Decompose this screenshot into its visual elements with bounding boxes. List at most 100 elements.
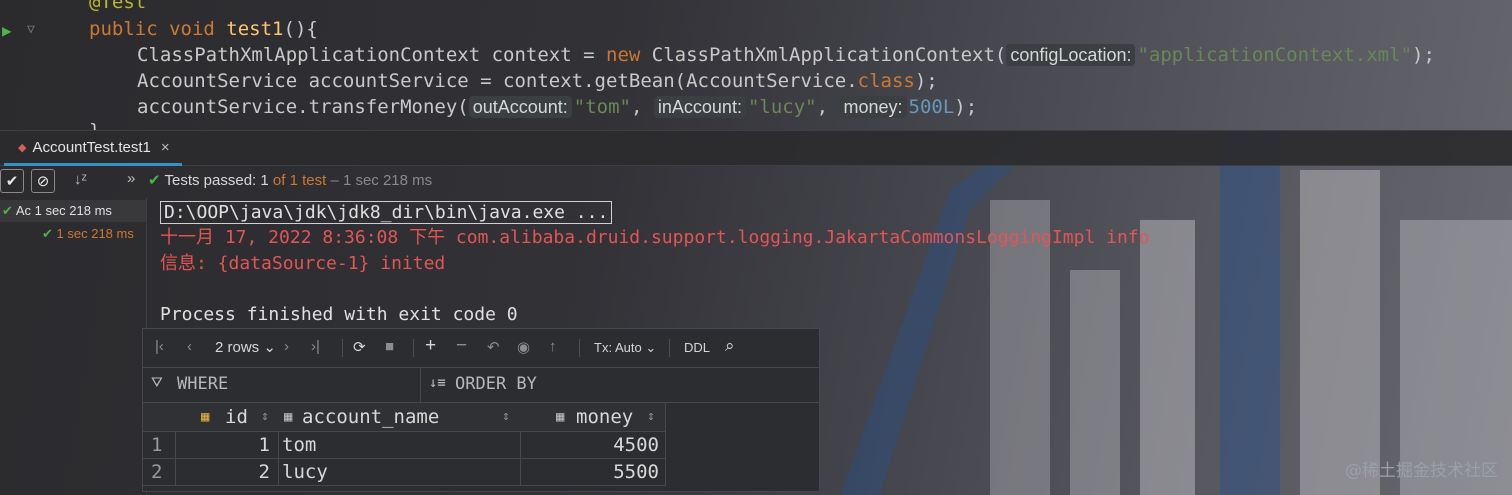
annotation-line: @Test <box>89 0 147 13</box>
key-column-icon: ▦ <box>201 409 210 425</box>
row-number[interactable]: 1 <box>143 432 176 459</box>
check-icon: ✔ <box>148 172 161 189</box>
check-icon: ✔ <box>2 203 13 218</box>
cell-value: tom <box>282 434 317 456</box>
show-passed-button[interactable]: ✔ <box>0 169 24 193</box>
sort-toggle-icon[interactable]: ⇕ <box>647 404 655 430</box>
add-row-icon[interactable]: + <box>425 335 436 357</box>
code-text: , <box>631 96 654 118</box>
close-icon[interactable]: × <box>161 139 170 156</box>
revert-icon[interactable]: ↶ <box>487 338 500 356</box>
param-hint: inAccount: <box>653 96 746 118</box>
cell-value: 2 <box>258 461 270 483</box>
code-text: accountService.transferMoney( <box>137 96 469 118</box>
cell-value: 4500 <box>613 434 659 456</box>
show-ignored-button[interactable]: ⊘ <box>31 169 55 193</box>
method-signature-line: public void test1(){ <box>89 16 318 42</box>
column-header-money[interactable]: ▦ money ⇕ <box>520 403 666 432</box>
order-by-input[interactable]: ↓≡ ORDER BY <box>421 368 819 402</box>
keyword: public void <box>89 18 215 40</box>
table-cell-money[interactable]: 5500 <box>520 459 666 486</box>
column-header-account-name[interactable]: ▦ account_name ⇕ <box>278 403 521 432</box>
code-line-2: ClassPathXmlApplicationContext context =… <box>137 42 1435 68</box>
column-icon: ▦ <box>284 409 293 425</box>
column-header-id[interactable]: ▦ id ⇕ <box>175 403 279 432</box>
refresh-icon[interactable]: ⟳ <box>353 338 366 356</box>
query-result-panel: |‹ ‹ 2 rows ⌄ › ›| ⟳ ■ + − ↶ ◉ ↑ Tx: Aut… <box>142 328 820 492</box>
where-label: WHERE <box>177 374 229 394</box>
passed-count: 1 <box>260 172 269 189</box>
where-filter-input[interactable]: ⛛ WHERE <box>143 368 421 402</box>
result-toolbar: |‹ ‹ 2 rows ⌄ › ›| ⟳ ■ + − ↶ ◉ ↑ Tx: Aut… <box>143 329 819 368</box>
code-text: , <box>816 96 840 118</box>
column-label: id <box>225 406 248 428</box>
code-line-4: accountService.transferMoney(outAccount:… <box>137 94 977 120</box>
java-command[interactable]: D:\OOP\java\jdk\jdk8_dir\bin\java.exe ..… <box>160 201 613 224</box>
search-icon[interactable]: ⌕ <box>725 336 735 356</box>
console-log-line: 信息: {dataSource-1} inited <box>160 253 446 274</box>
method-name: test1 <box>226 18 284 40</box>
string-literal: "applicationContext.xml" <box>1137 44 1413 66</box>
filter-icon: ⛛ <box>151 375 163 391</box>
filter-row: ⛛ WHERE ↓≡ ORDER BY <box>143 368 819 403</box>
ddl-button[interactable]: DDL <box>684 340 710 355</box>
sort-alpha-icon[interactable]: ↓ᶻ <box>74 171 87 188</box>
string-literal: "lucy" <box>747 96 817 118</box>
editor-gutter: ▶ ▽ <box>0 0 50 130</box>
tab-label: AccountTest.test1 <box>32 138 151 156</box>
stop-icon[interactable]: ■ <box>385 338 394 355</box>
tree-item-test-method[interactable]: ✔ 1 sec 218 ms <box>42 223 134 245</box>
tree-item-test-class[interactable]: ✔ Ac 1 sec 218 ms <box>0 200 146 222</box>
param-hint: configLocation: <box>1006 44 1136 66</box>
console-log-line: 十一月 17, 2022 8:36:08 下午 com.alibaba.drui… <box>160 227 1150 248</box>
code-text: (){ <box>283 18 318 40</box>
sort-toggle-icon[interactable]: ⇕ <box>261 404 269 430</box>
table-cell-money[interactable]: 4500 <box>520 432 666 459</box>
param-hint: outAccount: <box>468 96 572 118</box>
run-test-icon[interactable]: ▶ <box>2 21 12 40</box>
duration: – 1 sec 218 ms <box>330 172 433 189</box>
string-literal: "tom" <box>573 96 631 118</box>
ignore-icon: ⊘ <box>36 173 50 190</box>
code-text: AccountService accountService = context.… <box>137 70 858 92</box>
code-text: ); <box>914 70 938 92</box>
last-page-icon[interactable]: ›| <box>311 338 320 355</box>
next-page-icon[interactable]: › <box>284 338 289 355</box>
number-literal: 500L <box>908 96 955 118</box>
sort-icon: ↓≡ <box>429 375 446 391</box>
status-prefix: Tests passed: <box>164 172 257 189</box>
check-icon: ✔ <box>5 173 19 190</box>
run-config-icon: ◆ <box>18 141 27 154</box>
code-text: ); <box>954 96 978 118</box>
prev-page-icon[interactable]: ‹ <box>187 338 192 355</box>
watermark: @稀土掘金技术社区 <box>1345 461 1498 481</box>
more-chevron-icon[interactable]: » <box>127 170 135 187</box>
table-cell-id[interactable]: 2 <box>175 459 279 486</box>
code-line-5: } <box>89 118 100 130</box>
table-cell-account-name[interactable]: lucy <box>278 459 521 486</box>
table-cell-account-name[interactable]: tom <box>278 432 521 459</box>
test-results-tree: ✔ Ac 1 sec 218 ms ✔ 1 sec 218 ms <box>0 198 147 495</box>
console-command[interactable]: D:\OOP\java\jdk\jdk8_dir\bin\java.exe ..… <box>160 200 613 226</box>
code-line-3: AccountService accountService = context.… <box>137 68 938 94</box>
check-icon: ✔ <box>42 226 53 241</box>
remove-row-icon[interactable]: − <box>456 335 467 357</box>
row-number[interactable]: 2 <box>143 459 176 486</box>
rows-count-dropdown[interactable]: 2 rows ⌄ <box>215 338 276 356</box>
tree-item-time: 1 sec 218 ms <box>56 226 134 241</box>
sort-toggle-icon[interactable]: ⇕ <box>502 404 510 430</box>
submit-icon[interactable]: ↑ <box>549 338 557 355</box>
tx-mode-dropdown[interactable]: Tx: Auto ⌄ <box>594 340 656 356</box>
cell-value: 5500 <box>613 461 659 483</box>
run-toolbar: ✔ ⊘ ↓ᶻ » ✔ Tests passed: 1 of 1 test – 1… <box>0 166 1512 196</box>
view-icon[interactable]: ◉ <box>517 338 530 356</box>
chevron-down-icon: ⌄ <box>645 340 657 355</box>
fold-icon[interactable]: ▽ <box>27 22 35 37</box>
row-number-label: 1 <box>151 434 163 456</box>
tab-account-test[interactable]: ◆ AccountTest.test1 × <box>4 131 182 166</box>
table-cell-id[interactable]: 1 <box>175 432 279 459</box>
chevron-down-icon: ⌄ <box>263 339 276 356</box>
first-page-icon[interactable]: |‹ <box>155 338 164 355</box>
tree-item-label: Ac <box>15 203 31 218</box>
code-editor[interactable]: ▶ ▽ @Test public void test1(){ ClassPath… <box>0 0 1512 130</box>
